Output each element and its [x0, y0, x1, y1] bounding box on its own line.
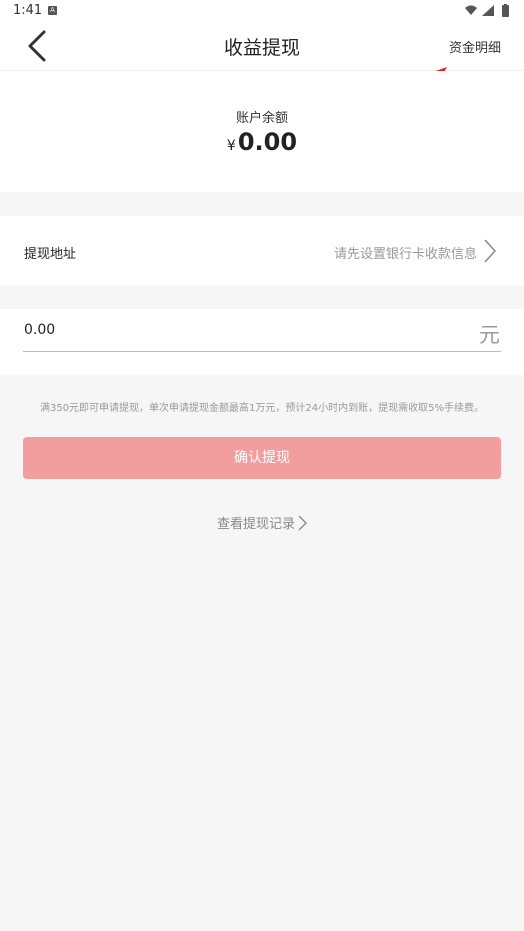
page-title: 收益提现 [223, 37, 300, 59]
currency-symbol: ¥ [226, 138, 236, 154]
confirm-withdraw-button[interactable]: 确认提现 [23, 437, 501, 479]
balance-label: 账户余额 [235, 111, 288, 126]
funds-detail-link[interactable]: 资金明细 [449, 37, 501, 56]
withdraw-records-link[interactable]: 查看提现记录 [0, 513, 524, 532]
amount-unit: 元 [479, 323, 500, 347]
notification-icon: A [48, 6, 57, 15]
chevron-right-icon [484, 239, 497, 263]
amount-input[interactable] [24, 309, 464, 351]
withdraw-address-row[interactable]: 提现地址 请先设置银行卡收款信息 [0, 216, 524, 286]
amount-underline [23, 351, 501, 352]
balance-value: 0.00 [237, 128, 298, 156]
balance-amount: ¥0.00 [0, 128, 524, 156]
amount-card: 元 [0, 309, 524, 375]
status-icons [465, 4, 509, 17]
address-value: 请先设置银行卡收款信息 [333, 247, 477, 262]
wifi-icon [465, 5, 477, 15]
balance-card: 账户余额 ¥0.00 [0, 71, 524, 192]
status-bar: 1:41 A [0, 0, 524, 22]
records-link-label: 查看提现记录 [216, 517, 295, 532]
withdraw-notice: 满350元即可申请提现，单次申请提现金额最高1万元，预计24小时内到账，提现需收… [39, 403, 485, 414]
status-time: 1:41 [13, 3, 43, 18]
chevron-right-icon [298, 515, 307, 531]
battery-icon [502, 5, 509, 17]
address-label: 提现地址 [24, 247, 77, 262]
signal-icon [482, 5, 494, 16]
